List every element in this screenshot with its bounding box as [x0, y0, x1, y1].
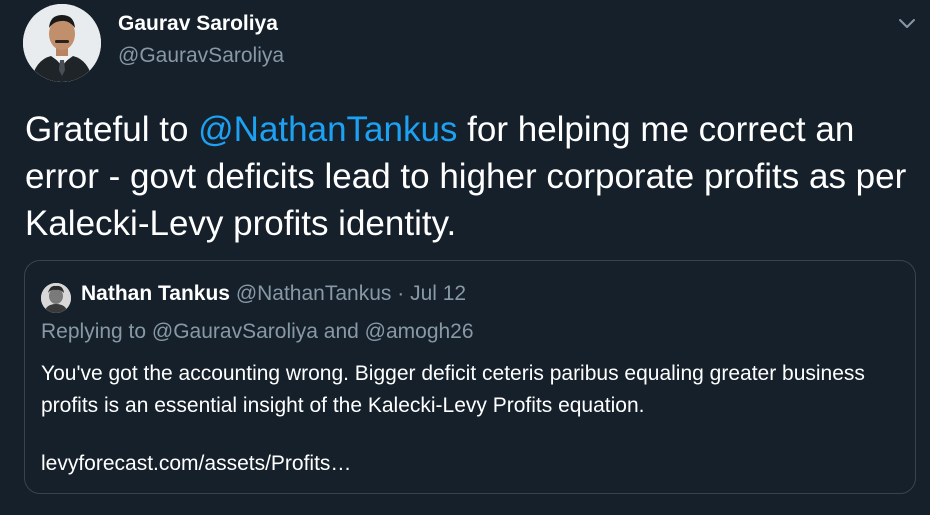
- quoted-body: You've got the accounting wrong. Bigger …: [41, 362, 865, 417]
- tweet: Gaurav Saroliya @GauravSaroliya Grateful…: [0, 0, 930, 515]
- quoted-tweet-card[interactable]: Nathan Tankus @NathanTankus · Jul 12 Rep…: [24, 260, 916, 494]
- quoted-author-name[interactable]: Nathan Tankus: [81, 282, 230, 305]
- mention-link[interactable]: @NathanTankus: [198, 110, 457, 149]
- tweet-text-part: Grateful to: [25, 110, 199, 149]
- quoted-replying-to: Replying to @GauravSaroliya and @amogh26: [41, 320, 474, 343]
- quoted-link[interactable]: levyforecast.com/assets/Profits…: [41, 452, 351, 476]
- quoted-author-avatar-image: [41, 283, 71, 313]
- quoted-author-avatar[interactable]: [41, 283, 71, 313]
- quoted-date[interactable]: Jul 12: [410, 282, 466, 305]
- author-name[interactable]: Gaurav Saroliya: [118, 12, 278, 36]
- tweet-text: Grateful to @NathanTankus for helping me…: [25, 106, 915, 247]
- author-avatar[interactable]: [23, 4, 101, 82]
- chevron-down-icon[interactable]: [896, 12, 918, 34]
- quoted-header: Nathan Tankus @NathanTankus · Jul 12: [81, 282, 466, 306]
- quoted-separator: ·: [391, 282, 411, 305]
- quoted-author-handle[interactable]: @NathanTankus: [236, 282, 392, 305]
- author-avatar-image: [23, 4, 101, 82]
- author-handle[interactable]: @GauravSaroliya: [118, 44, 284, 68]
